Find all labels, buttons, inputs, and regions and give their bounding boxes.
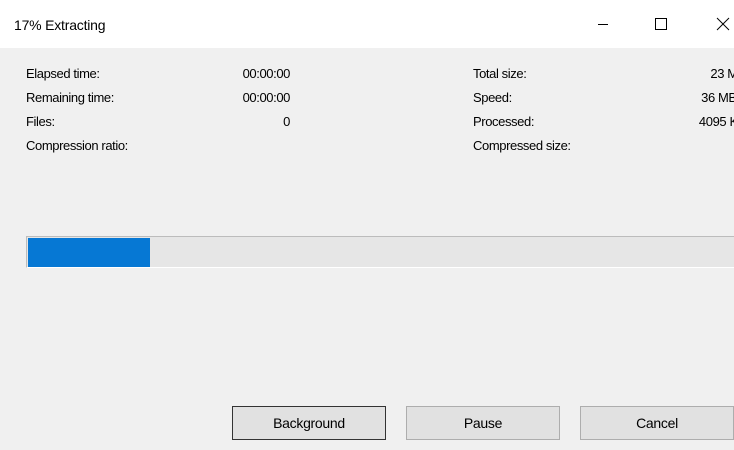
close-button[interactable]	[700, 0, 734, 48]
elapsed-time-value: 00:00:00	[242, 66, 291, 81]
title-bar: 17% Extracting	[0, 0, 734, 48]
processed-label: Processed:	[473, 114, 535, 129]
window-title: 17% Extracting	[14, 17, 106, 33]
compression-ratio-label: Compression ratio:	[26, 138, 128, 153]
remaining-time-value: 00:00:00	[242, 90, 291, 105]
speed-label: Speed:	[473, 90, 512, 105]
pause-button[interactable]: Pause	[406, 406, 560, 440]
cancel-button[interactable]: Cancel	[580, 406, 734, 440]
elapsed-time-label: Elapsed time:	[26, 66, 100, 81]
maximize-button[interactable]	[638, 0, 684, 48]
progress-bar-fill	[28, 238, 150, 267]
total-size-value: 23 MB	[710, 66, 734, 81]
total-size-label: Total size:	[473, 66, 527, 81]
remaining-time-label: Remaining time:	[26, 90, 114, 105]
progress-bar	[26, 236, 734, 268]
close-icon	[716, 17, 730, 31]
maximize-icon	[655, 18, 667, 30]
minimize-button[interactable]	[580, 0, 626, 48]
compressed-size-label: Compressed size:	[473, 138, 571, 153]
background-button[interactable]: Background	[232, 406, 386, 440]
speed-value: 36 MB/s	[701, 90, 734, 105]
files-label: Files:	[26, 114, 55, 129]
minimize-icon	[598, 24, 608, 25]
processed-value: 4095 KB	[698, 114, 734, 129]
files-value: 0	[283, 114, 290, 129]
extract-progress-window: 17% Extracting Elapsed time: 00:00:00 Re…	[0, 0, 734, 450]
